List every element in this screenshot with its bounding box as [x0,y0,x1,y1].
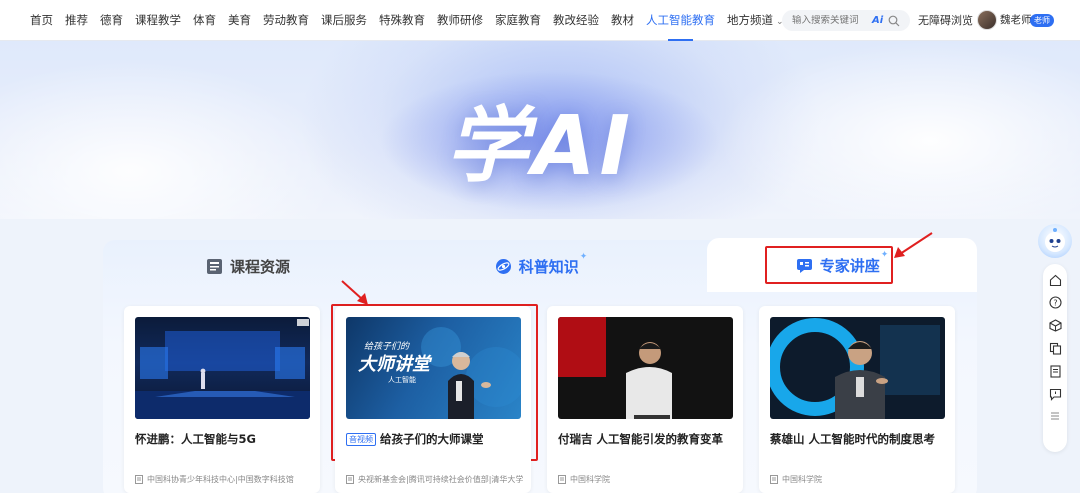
home-icon[interactable] [1049,274,1062,287]
video-source-text: 中国科学院 [570,475,610,484]
sparkle-icon: ✦ [579,252,588,262]
annotation-arrow-icon [894,232,933,258]
video-source: 央视新基金会|腾讯可持续社会价值部|清华大学 [346,474,526,485]
video-card[interactable]: 蔡雄山 人工智能时代的制度思考 中国科学院 [759,306,955,493]
tab-course-resources-label: 课程资源 [229,257,290,276]
document-icon [346,475,354,484]
tab-science-knowledge[interactable]: 科普知识 ✦ [393,240,689,292]
search-box[interactable]: Ai [782,10,910,31]
nav-item-reform[interactable]: 教改经验 [553,0,599,41]
speaker-dark-image [558,317,672,419]
video-title[interactable]: 蔡雄山 人工智能时代的制度思考 [770,431,950,447]
video-source-text: 中国科学院 [782,475,822,484]
nav-item-moral[interactable]: 德育 [100,0,123,41]
hero-banner: 学AI [0,41,1080,219]
video-card[interactable]: 给孩子们的 大师讲堂 人工智能 音视频 给孩子们的大师课堂 央视新基金会|腾讯可… [335,306,531,493]
search-icon[interactable] [888,15,900,27]
video-title-text: 蔡雄山 人工智能时代的制度思考 [770,432,936,446]
video-card[interactable]: 怀进鹏：人工智能与5G 中国科协青少年科技中心|中国数字科技馆 [124,306,320,493]
video-thumbnail[interactable]: 给孩子们的 大师讲堂 人工智能 [346,317,521,419]
nav-item-local-label: 地方频道 [727,12,773,27]
accessible-browse-link[interactable]: 无障碍浏览 [918,0,973,41]
document-icon[interactable] [1049,365,1062,378]
nav-item-ai-education[interactable]: 人工智能教育 [646,0,715,41]
tab-science-knowledge-label: 科普知识 [518,257,579,276]
nav-item-textbooks[interactable]: 教材 [611,0,634,41]
ai-search-button[interactable]: Ai [872,15,883,26]
user-name[interactable]: 魏老师 [1000,0,1032,41]
nav-menu: 首页 推荐 德育 课程教学 体育 美育 劳动教育 课后服务 特殊教育 教师研修 … [30,0,796,41]
role-badge: 老师 [1030,14,1054,27]
svg-text:?: ? [1053,298,1057,307]
video-thumbnail[interactable] [135,317,310,419]
right-toolbar: ? [1038,224,1072,452]
video-source: 中国科学院 [558,474,738,485]
feedback-icon[interactable] [1049,388,1062,401]
nav-item-labor[interactable]: 劳动教育 [263,0,309,41]
nav-item-home[interactable]: 首页 [30,0,53,41]
stage-scene-image [135,319,310,419]
nav-item-sports[interactable]: 体育 [193,0,216,41]
list-icon[interactable] [1050,411,1060,421]
video-title-text: 怀进鹏：人工智能与5G [135,432,256,446]
search-input[interactable] [792,15,870,26]
science-icon [495,258,511,274]
annotation-arrow-icon [341,280,368,305]
hero-title: 学AI [446,99,634,194]
nav-item-local[interactable]: 地方频道 ⌄ [727,0,784,41]
copy-icon[interactable] [1049,342,1062,355]
video-title-text: 付瑞吉 人工智能引发的教育变革 [558,432,724,446]
help-icon[interactable]: ? [1049,296,1062,309]
video-title[interactable]: 音视频 给孩子们的大师课堂 [346,431,526,447]
speaker-blue-image [770,318,940,419]
video-type-badge: 音视频 [346,432,376,446]
nav-item-teacher-training[interactable]: 教师研修 [437,0,483,41]
toolbar-panel: ? [1043,264,1067,452]
highlight-box-tab [765,246,893,284]
document-icon [770,475,778,484]
nav-item-family[interactable]: 家庭教育 [495,0,541,41]
video-title-text: 给孩子们的大师课堂 [380,432,484,446]
nav-item-curriculum[interactable]: 课程教学 [135,0,181,41]
video-card[interactable]: 付瑞吉 人工智能引发的教育变革 中国科学院 [547,306,743,493]
nav-item-recommend[interactable]: 推荐 [65,0,88,41]
video-title[interactable]: 怀进鹏：人工智能与5G [135,431,315,447]
nav-item-special[interactable]: 特殊教育 [379,0,425,41]
video-source: 中国科协青少年科技中心|中国数字科技馆 [135,474,315,485]
video-source: 中国科学院 [770,474,950,485]
nav-item-afterschool[interactable]: 课后服务 [321,0,367,41]
video-source-text: 央视新基金会|腾讯可持续社会价值部|清华大学 [358,475,524,484]
ai-assistant-mascot-icon[interactable] [1038,224,1072,258]
book-icon [206,258,222,274]
video-title[interactable]: 付瑞吉 人工智能引发的教育变革 [558,431,738,447]
video-thumbnail[interactable] [770,317,945,419]
thumb-caption-sub: 人工智能 [388,376,416,384]
top-navigation: 首页 推荐 德育 课程教学 体育 美育 劳动教育 课后服务 特殊教育 教师研修 … [0,0,1080,41]
video-source-text: 中国科协青少年科技中心|中国数字科技馆 [147,475,294,484]
cube-icon[interactable] [1049,319,1062,332]
thumb-caption-large: 大师讲堂 [358,354,430,375]
document-icon [558,475,566,484]
video-thumbnail[interactable] [558,317,733,419]
nav-item-arts[interactable]: 美育 [228,0,251,41]
document-icon [135,475,143,484]
avatar[interactable] [977,10,997,30]
